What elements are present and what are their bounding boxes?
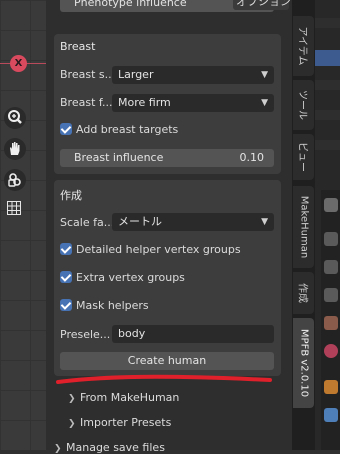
- chevron-right-icon: ❯: [68, 394, 76, 404]
- create-human-label: Create human: [127, 354, 207, 367]
- sidebar-tabs: アイテム ツール ビュー MakeHuman 作成 MPFB v2.0.10: [292, 0, 315, 450]
- red-underline-annotation: [56, 374, 272, 384]
- output-properties-icon[interactable]: [324, 260, 338, 274]
- tab-item-label: アイテム: [296, 26, 307, 66]
- scale-factor-label: Scale fa...: [60, 216, 115, 229]
- breast-panel: Breast Breast s... Larger ▼ Breast f... …: [54, 34, 281, 174]
- checkbox-checked-icon: [60, 299, 72, 311]
- chevron-right-icon: ❯: [54, 444, 62, 454]
- breast-firmness-value: More firm: [118, 96, 171, 109]
- outliner-row[interactable]: [315, 140, 340, 150]
- breast-size-select[interactable]: Larger ▼: [112, 66, 274, 84]
- world-properties-icon[interactable]: [324, 344, 338, 358]
- preselect-label: Presele...: [60, 328, 111, 341]
- breast-influence-label: Breast influence: [74, 151, 164, 164]
- subpanel-importer-presets-label: Importer Presets: [80, 416, 172, 429]
- preselect-value: body: [118, 327, 146, 340]
- breast-size-value: Larger: [118, 68, 154, 81]
- tab-makehuman[interactable]: MakeHuman: [293, 186, 314, 268]
- options-dropdown[interactable]: オプション ▼: [233, 0, 300, 10]
- subpanel-importer-presets[interactable]: ❯ Importer Presets: [68, 416, 171, 429]
- scale-factor-select[interactable]: メートル ▼: [112, 213, 274, 231]
- x-axis-gizmo[interactable]: X: [10, 55, 27, 72]
- breast-influence-slider[interactable]: Breast influence 0.10: [60, 149, 274, 167]
- create-human-button[interactable]: Create human: [60, 352, 274, 370]
- tab-item[interactable]: アイテム: [293, 16, 314, 76]
- render-properties-icon[interactable]: [324, 232, 338, 246]
- chevron-down-icon: ▼: [261, 70, 268, 80]
- object-properties-icon[interactable]: [324, 380, 338, 394]
- grid-icon[interactable]: [7, 201, 21, 215]
- outliner-row[interactable]: [315, 110, 340, 120]
- checkbox-checked-icon: [60, 271, 72, 283]
- create-panel-title: 作成: [60, 189, 82, 202]
- detailed-helper-label: Detailed helper vertex groups: [76, 243, 241, 256]
- phenotype-influence-label: Phenotype influence: [74, 0, 187, 9]
- tab-mpfb[interactable]: MPFB v2.0.10: [293, 318, 314, 408]
- tab-tool[interactable]: ツール: [293, 80, 314, 130]
- breast-influence-value: 0.10: [239, 151, 265, 164]
- zoom-icon[interactable]: [4, 107, 26, 129]
- chevron-down-icon: ▼: [261, 98, 268, 108]
- tab-mpfb-label: MPFB v2.0.10: [298, 328, 309, 398]
- properties-tab-bar: [321, 190, 340, 450]
- scene-properties-icon[interactable]: [324, 316, 338, 330]
- mask-helpers-label: Mask helpers: [76, 299, 149, 312]
- tab-tool-label: ツール: [296, 90, 307, 120]
- checkbox-checked-icon: [60, 123, 72, 135]
- subpanel-manage-save-files[interactable]: ❯ Manage save files: [54, 441, 165, 454]
- scale-factor-value: メートル: [118, 215, 162, 228]
- camera-icon[interactable]: [4, 169, 26, 191]
- chevron-right-icon: ❯: [68, 419, 76, 429]
- tool-properties-icon[interactable]: [324, 198, 338, 212]
- tab-makehuman-label: MakeHuman: [298, 195, 309, 259]
- extra-vertex-groups-label: Extra vertex groups: [76, 271, 185, 284]
- preselect-input[interactable]: body: [112, 325, 274, 343]
- breast-firmness-select[interactable]: More firm ▼: [112, 94, 274, 112]
- detailed-helper-checkbox[interactable]: Detailed helper vertex groups: [60, 242, 241, 258]
- 3d-viewport[interactable]: X: [0, 0, 46, 450]
- add-breast-targets-checkbox[interactable]: Add breast targets: [60, 122, 178, 138]
- modifier-properties-icon[interactable]: [324, 408, 338, 422]
- add-breast-targets-label: Add breast targets: [76, 123, 179, 136]
- mask-helpers-checkbox[interactable]: Mask helpers: [60, 298, 149, 314]
- subpanel-manage-save-files-label: Manage save files: [66, 441, 165, 454]
- tab-create-label: 作成: [296, 283, 307, 303]
- tab-create[interactable]: 作成: [293, 272, 314, 314]
- extra-vertex-groups-checkbox[interactable]: Extra vertex groups: [60, 270, 185, 286]
- tab-view[interactable]: ビュー: [293, 134, 314, 180]
- outliner-selected-row[interactable]: [315, 50, 340, 66]
- options-dropdown-label: オプション: [236, 0, 291, 8]
- checkbox-checked-icon: [60, 243, 72, 255]
- chevron-down-icon: ▼: [261, 217, 268, 227]
- outliner-properties-strip: [315, 0, 340, 450]
- outliner-row[interactable]: [315, 80, 340, 90]
- subpanel-from-makehuman-label: From MakeHuman: [80, 391, 180, 404]
- breast-panel-title: Breast: [60, 40, 96, 53]
- pan-hand-icon[interactable]: [4, 138, 26, 160]
- tab-view-label: ビュー: [296, 142, 307, 172]
- outliner-row[interactable]: [315, 18, 340, 28]
- breast-firmness-label: Breast f...: [60, 96, 113, 109]
- subpanel-from-makehuman[interactable]: ❯ From MakeHuman: [68, 391, 179, 404]
- view-layer-properties-icon[interactable]: [324, 288, 338, 302]
- create-panel: 作成 Scale fa... メートル ▼ Detailed helper ve…: [54, 180, 281, 376]
- breast-size-label: Breast s...: [60, 68, 116, 81]
